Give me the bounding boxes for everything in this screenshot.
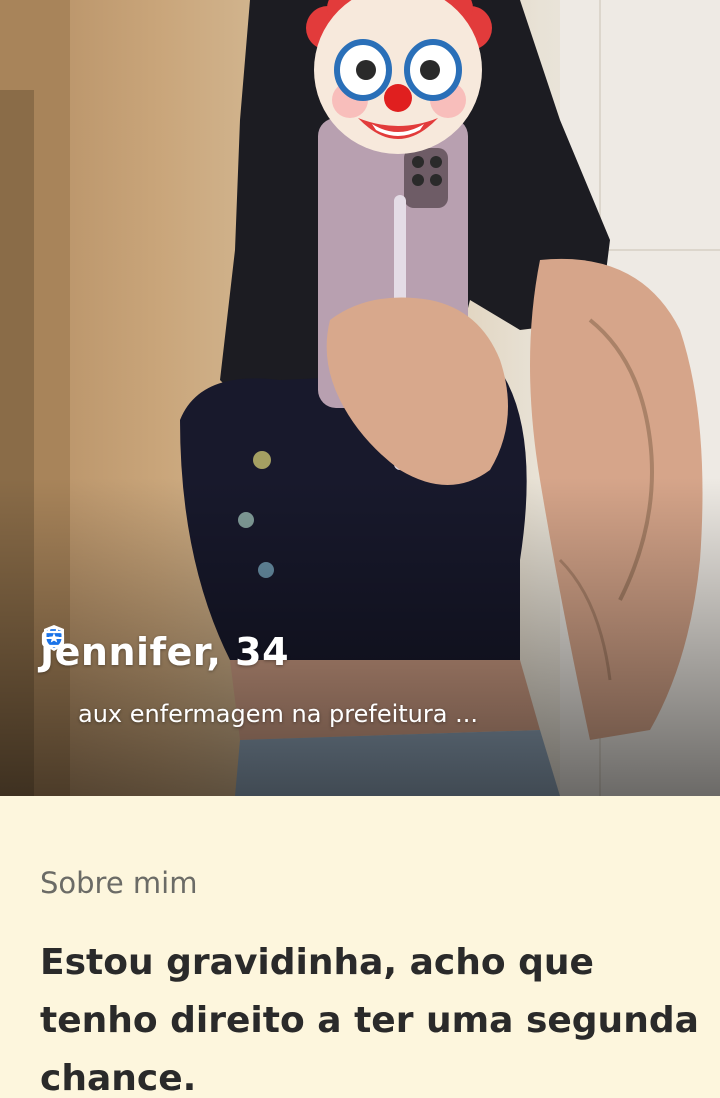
briefcase-icon xyxy=(40,626,66,727)
profile-photo[interactable]: Jennifer, 34 aux enfermagem na prefeitur… xyxy=(0,0,720,796)
job-title: aux enfermagem na prefeitura ... xyxy=(78,700,478,728)
about-section: Sobre mim Estou gravidinha, acho que ten… xyxy=(0,796,720,1098)
profile-card[interactable]: Jennifer, 34 aux enfermagem na prefeitur… xyxy=(0,0,720,1098)
name-row: Jennifer, 34 xyxy=(40,624,700,680)
about-bio-text: Estou gravidinha, acho que tenho direito… xyxy=(40,942,699,1098)
job-row: aux enfermagem na prefeitura ... xyxy=(40,626,700,728)
verified-badge-icon[interactable] xyxy=(44,625,349,666)
profile-info: Jennifer, 34 aux enfermagem na prefeitur… xyxy=(40,624,700,728)
about-heading: Sobre mim xyxy=(40,866,198,900)
profile-name-age: Jennifer, 34 xyxy=(40,630,290,674)
